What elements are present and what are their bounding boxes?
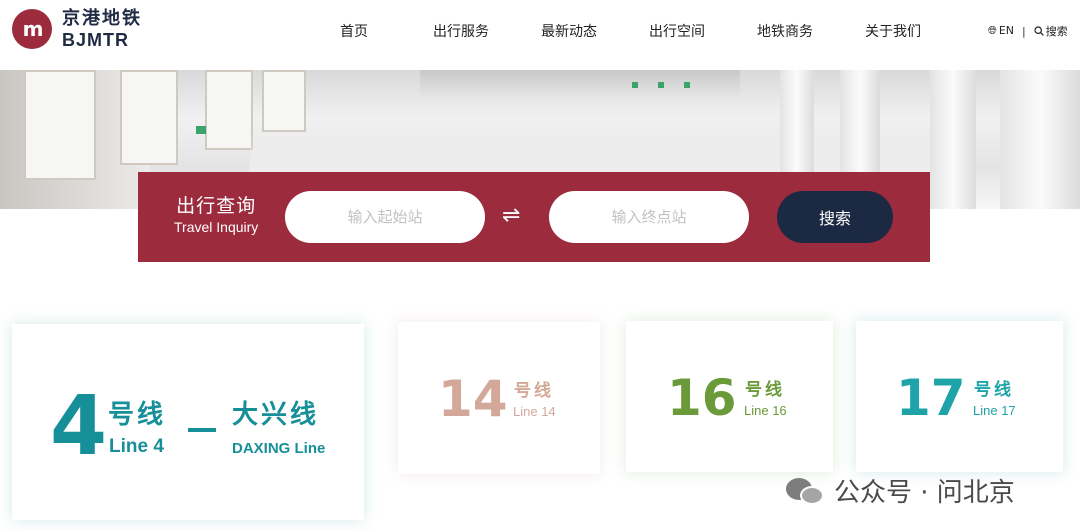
search-icon [1034,26,1044,36]
swap-arrows-icon[interactable]: ⇌ [502,202,520,230]
exit-sign-icon [632,82,638,88]
banner-pillar [1000,70,1080,209]
nav-item-metro-business[interactable]: 地铁商务 [757,21,813,41]
site-header: m 京港地铁 BJMTR 首页 出行服务 最新动态 出行空间 地铁商务 关于我们… [0,0,1080,70]
divider: | [1022,24,1026,38]
line-label-cn: 号线 [745,380,785,400]
line-card-17[interactable]: 17 号线 Line 17 [856,321,1063,472]
line-label-en: Line 16 [744,403,787,418]
line-label-en: Line 14 [513,404,556,419]
exit-sign-icon [196,126,206,134]
exit-sign-icon [658,82,664,88]
language-switch[interactable]: 🌐︎ EN [988,24,1014,38]
language-label: EN [998,24,1014,37]
line-label-en: Line 17 [973,403,1016,418]
travel-inquiry-title-cn: 出行查询 [176,195,257,217]
wechat-icon [786,476,826,506]
exit-sign-icon [684,82,690,88]
banner-pillar [930,70,976,209]
daxing-line-label-en: DAXING Line [232,440,326,457]
end-station-input[interactable] [549,191,749,243]
line-number: 4 [50,379,108,474]
header-search-link[interactable]: 搜索 [1034,23,1068,39]
line-label-en: Line 4 [109,436,164,457]
wechat-watermark: 公众号 · 问北京 [786,472,1015,509]
header-utilities: 🌐︎ EN | 搜索 [988,23,1068,39]
banner-art-panel [262,70,306,132]
banner-art-panel [205,70,253,150]
banner-art-panel [24,70,96,180]
travel-inquiry-title: 出行查询 Travel Inquiry [174,194,258,236]
line-label-cn: 号线 [974,380,1014,400]
search-button[interactable]: 搜索 [777,191,893,243]
globe-icon: 🌐︎ [988,24,997,37]
site-logo[interactable]: m 京港地铁 BJMTR [12,8,142,50]
travel-inquiry-title-en: Travel Inquiry [174,219,259,235]
header-search-label: 搜索 [1045,25,1068,38]
daxing-line-label-cn: 大兴线 [232,400,320,430]
page: m 京港地铁 BJMTR 首页 出行服务 最新动态 出行空间 地铁商务 关于我们… [0,0,1080,531]
line-number: 17 [896,369,966,427]
banner-art-panel [120,70,178,165]
line-card-4-daxing[interactable]: 4 号线 Line 4 大兴线 DAXING Line [12,324,364,520]
logo-text: 京港地铁 BJMTR [62,8,142,50]
nav-item-latest-news[interactable]: 最新动态 [541,21,597,41]
nav-item-home[interactable]: 首页 [340,21,368,41]
watermark-text: 公众号 · 问北京 [834,478,1015,508]
start-station-input[interactable] [285,191,485,243]
line-card-14[interactable]: 14 号线 Line 14 [398,322,600,474]
banner-ceiling [420,70,740,100]
line-number: 14 [438,370,508,428]
nav-item-travel-space[interactable]: 出行空间 [649,21,705,41]
line-connector [188,428,216,432]
line-label-cn: 号线 [108,400,167,430]
travel-inquiry-bar: 出行查询 Travel Inquiry ⇌ 搜索 [138,172,930,262]
logo-english-name: BJMTR [62,30,129,50]
nav-item-travel-services[interactable]: 出行服务 [433,21,489,41]
nav-item-about-us[interactable]: 关于我们 [865,21,921,41]
line-number: 16 [667,369,737,427]
logo-mark-icon: m [12,9,52,49]
line-label-cn: 号线 [514,381,554,401]
line-card-16[interactable]: 16 号线 Line 16 [626,321,833,472]
logo-chinese-name: 京港地铁 [62,8,142,29]
